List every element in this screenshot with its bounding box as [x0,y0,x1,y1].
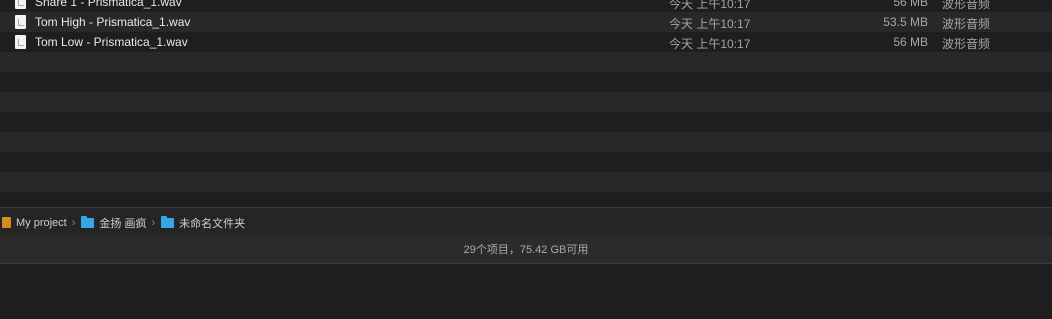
path-item-current-folder[interactable]: 未命名文件夹 [161,215,245,231]
row-stripe [0,52,1052,72]
row-stripe [0,172,1052,192]
file-list: Snare 1 - Prismatica_1.wav 今天 上午10:17 56… [0,0,1052,207]
path-item-project[interactable]: My project › [0,217,81,229]
file-row[interactable]: Tom Low - Prismatica_1.wav 今天 上午10:17 56… [0,32,1052,52]
path-item-label: 金扬 画疯 [99,217,147,230]
row-stripe [0,72,1052,92]
file-name: Tom High - Prismatica_1.wav [35,15,191,29]
file-name: Tom Low - Prismatica_1.wav [35,35,188,49]
folder-icon [161,215,175,228]
file-name: Snare 1 - Prismatica_1.wav [35,0,182,9]
file-kind: 波形音频 [942,17,991,31]
path-item-label: 未命名文件夹 [179,217,246,230]
drive-icon [2,217,11,228]
audio-file-icon [15,15,26,29]
file-row[interactable]: Tom High - Prismatica_1.wav 今天 上午10:17 5… [0,12,1052,32]
chevron-right-icon: › [151,216,156,229]
path-bar: My project › 金扬 画疯 › 未命名文件夹 [0,207,1052,238]
file-row[interactable]: Snare 1 - Prismatica_1.wav 今天 上午10:17 56… [0,0,1052,12]
file-date: 今天 上午10:17 [669,37,751,51]
audio-file-icon [15,0,26,9]
background-area [0,264,1052,319]
folder-icon [81,215,95,228]
status-text: 29个项目，75.42 GB可用 [463,244,589,256]
file-size: 56 MB [893,0,928,9]
file-size: 56 MB [893,35,928,49]
audio-file-icon [15,35,26,49]
file-kind: 波形音频 [942,0,991,11]
file-kind: 波形音频 [942,37,991,51]
row-stripe [0,92,1052,112]
row-stripe [0,112,1052,132]
file-date: 今天 上午10:17 [669,17,751,31]
row-stripe [0,152,1052,172]
path-item-folder[interactable]: 金扬 画疯 › [81,215,161,231]
row-stripe [0,132,1052,152]
file-size: 53.5 MB [883,15,928,29]
chevron-right-icon: › [71,216,76,229]
file-date: 今天 上午10:17 [669,0,751,11]
path-item-label: My project [16,216,67,229]
status-bar: 29个项目，75.42 GB可用 [0,237,1052,264]
row-stripe [0,192,1052,207]
finder-window: Snare 1 - Prismatica_1.wav 今天 上午10:17 56… [0,0,1052,264]
